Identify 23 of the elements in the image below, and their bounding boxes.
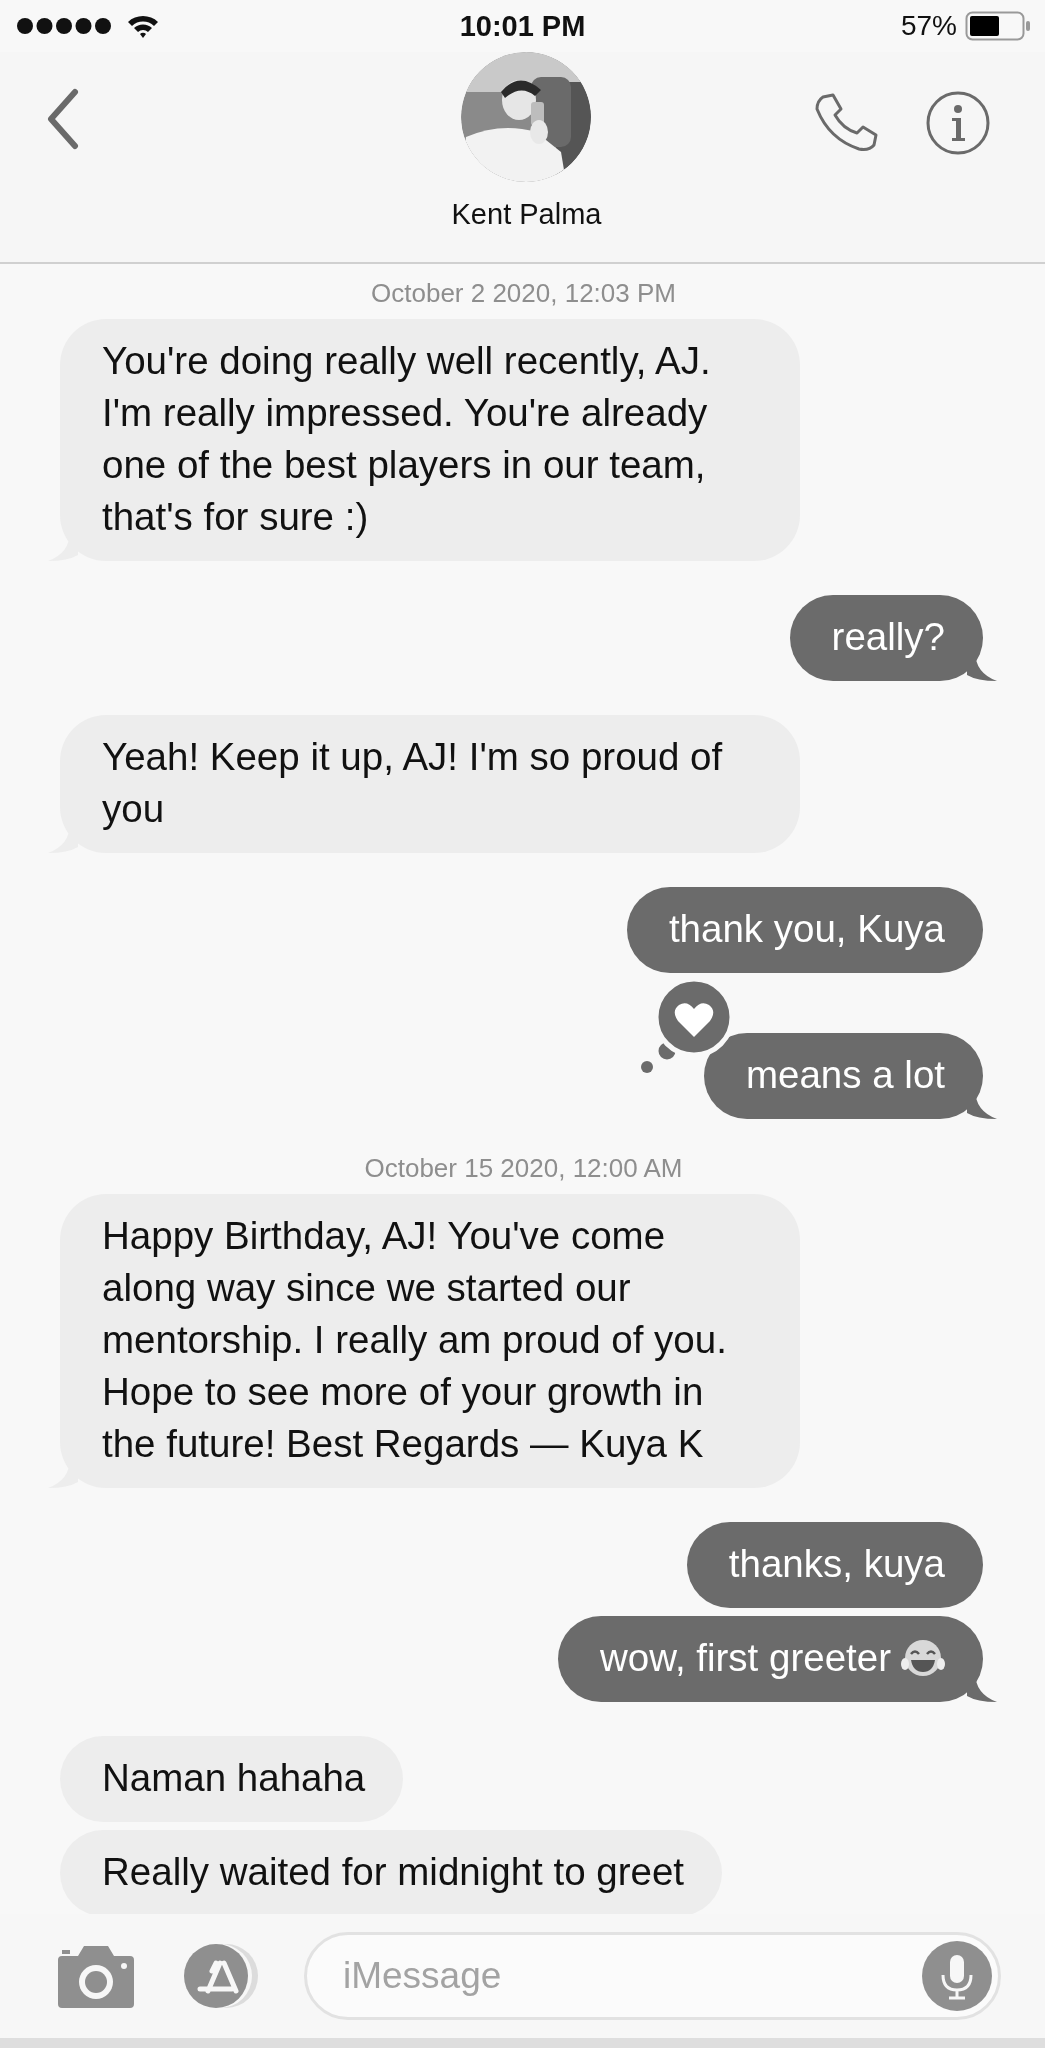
message-field[interactable]: iMessage (304, 1932, 1001, 2020)
outgoing-message: means a lot (703, 1033, 983, 1119)
status-time: 10:01 PM (459, 9, 586, 43)
signal-icon (16, 17, 112, 35)
incoming-message: You're doing really well recently, AJ. I'm really impressed. You're already one of the best players in our team, that's for sure :) (60, 319, 800, 561)
incoming-message: Naman hahaha (60, 1736, 404, 1822)
back-icon[interactable] (46, 88, 80, 150)
outgoing-message: thanks, kuya (686, 1522, 983, 1608)
timestamp: October 15 2020, 12:00 AM (363, 1153, 684, 1184)
outgoing-message: wow, first greeter (558, 1616, 983, 1702)
incoming-message: Really waited for midnight to greet (60, 1830, 723, 1914)
phone-icon[interactable] (813, 93, 879, 153)
info-icon[interactable] (925, 90, 991, 156)
timestamp: October 2 2020, 12:03 PM (370, 278, 677, 309)
outgoing-message: really? (789, 595, 983, 681)
incoming-message: Happy Birthday, AJ! You've come along way since we started our mentorship. I really am proud of you. Hope to see more of your growth in the future! Best Regards — Kuya K (60, 1194, 800, 1488)
contact-name[interactable]: Kent Palma (451, 198, 602, 231)
incoming-message: Yeah! Keep it up, AJ! I'm so proud of you (60, 715, 800, 853)
wifi-icon (126, 13, 160, 39)
battery-percent: 57% (900, 10, 957, 42)
outgoing-message: thank you, Kuya (626, 887, 983, 973)
microphone-icon[interactable] (922, 1941, 992, 2011)
battery-icon (965, 11, 1031, 41)
